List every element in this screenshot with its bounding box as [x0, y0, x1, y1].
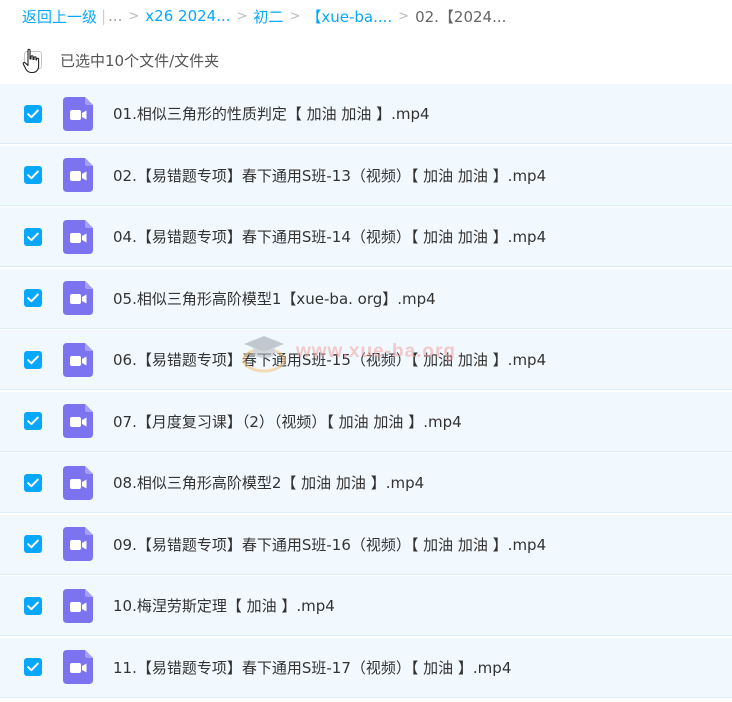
check-icon — [27, 478, 39, 487]
row-checkbox[interactable] — [24, 289, 42, 307]
file-list: 01.相似三角形的性质判定【 加油 加油 】.mp4 02.【易错题专项】春下通… — [0, 84, 732, 699]
check-icon — [27, 662, 39, 672]
breadcrumb-ellipsis[interactable]: ... — [108, 7, 122, 25]
check-icon — [27, 109, 39, 118]
file-name[interactable]: 02.【易错题专项】春下通用S班-13（视频）【 加油 加油 】.mp4 — [113, 165, 546, 186]
file-name[interactable]: 01.相似三角形的性质判定【 加油 加油 】.mp4 — [113, 103, 430, 124]
file-row[interactable]: 02.【易错题专项】春下通用S班-13（视频）【 加油 加油 】.mp4 — [0, 145, 732, 206]
file-row[interactable]: 04.【易错题专项】春下通用S班-14（视频）【 加油 加油 】.mp4 — [0, 207, 732, 267]
file-row[interactable]: 06.【易错题专项】春下通用S班-15（视频）【 加油 加油 】.mp4 — [0, 330, 732, 390]
selection-count-text: 已选中10个文件/文件夹 — [60, 51, 220, 70]
row-checkbox[interactable] — [24, 658, 42, 676]
row-checkbox[interactable] — [24, 535, 42, 553]
file-name[interactable]: 07.【月度复习课】（2）（视频）【 加油 加油 】.mp4 — [113, 411, 462, 432]
row-checkbox[interactable] — [24, 227, 42, 246]
file-name[interactable]: 04.【易错题专项】春下通用S班-14（视频）【 加油 加油 】.mp4 — [113, 226, 546, 247]
breadcrumb-divider: | — [101, 7, 107, 25]
breadcrumb-current: 02.【2024... — [415, 7, 507, 26]
check-icon — [27, 355, 39, 364]
row-checkbox[interactable] — [24, 596, 42, 615]
file-name[interactable]: 08.相似三角形高阶模型2【 加油 加油 】.mp4 — [113, 472, 424, 493]
breadcrumb-item-grade[interactable]: 初二 — [253, 6, 283, 27]
video-file-icon — [63, 219, 93, 254]
file-name[interactable]: 06.【易错题专项】春下通用S班-15（视频）【 加油 加油 】.mp4 — [113, 349, 546, 370]
checkbox-partial — [24, 51, 42, 69]
breadcrumb-separator: > — [236, 8, 248, 24]
breadcrumb-separator: > — [398, 8, 410, 24]
breadcrumb-separator: > — [289, 8, 301, 24]
breadcrumb-separator: > — [128, 8, 140, 24]
file-row[interactable]: 07.【月度复习课】（2）（视频）【 加油 加油 】.mp4 — [0, 391, 732, 452]
row-checkbox[interactable] — [24, 412, 42, 430]
file-row[interactable]: 11.【易错题专项】春下通用S班-17（视频）【 加油 】.mp4 — [0, 637, 732, 698]
back-link[interactable]: 返回上一级 — [22, 6, 97, 27]
check-icon — [27, 601, 39, 610]
file-name[interactable]: 05.相似三角形高阶模型1【xue-ba. org】.mp4 — [113, 288, 436, 309]
check-icon — [27, 539, 39, 549]
row-checkbox[interactable] — [24, 473, 42, 492]
check-icon — [27, 170, 39, 180]
video-file-icon — [63, 342, 93, 377]
video-file-icon — [63, 281, 93, 315]
file-row[interactable]: 08.相似三角形高阶模型2【 加油 加油 】.mp4 — [0, 453, 732, 513]
file-row[interactable]: 10.梅涅劳斯定理【 加油 】.mp4 — [0, 576, 732, 636]
video-file-icon — [63, 650, 93, 684]
file-name[interactable]: 11.【易错题专项】春下通用S班-17（视频）【 加油 】.mp4 — [113, 657, 511, 678]
file-row[interactable]: 09.【易错题专项】春下通用S班-16（视频）【 加油 加油 】.mp4 — [0, 514, 732, 575]
video-file-icon — [63, 588, 93, 623]
breadcrumb: 返回上一级 | ... > x26 2024... > 初二 > 【xue-ba… — [22, 0, 506, 32]
check-icon — [27, 416, 39, 426]
video-file-icon — [63, 96, 93, 131]
file-row[interactable]: 01.相似三角形的性质判定【 加油 加油 】.mp4 — [0, 84, 732, 144]
breadcrumb-item-x26[interactable]: x26 2024... — [145, 7, 230, 25]
check-icon — [27, 293, 39, 303]
file-row[interactable]: 05.相似三角形高阶模型1【xue-ba. org】.mp4 — [0, 268, 732, 329]
selection-bar: 已选中10个文件/文件夹 — [0, 38, 732, 82]
check-icon — [27, 232, 39, 241]
select-all-checkbox[interactable] — [24, 51, 42, 69]
row-checkbox[interactable] — [24, 104, 42, 123]
row-checkbox[interactable] — [24, 166, 42, 184]
row-checkbox[interactable] — [24, 350, 42, 369]
video-file-icon — [63, 465, 93, 500]
file-name[interactable]: 09.【易错题专项】春下通用S班-16（视频）【 加油 加油 】.mp4 — [113, 534, 546, 555]
video-file-icon — [63, 404, 93, 438]
breadcrumb-item-xueba[interactable]: 【xue-ba.... — [306, 6, 392, 27]
video-file-icon — [63, 158, 93, 192]
file-name[interactable]: 10.梅涅劳斯定理【 加油 】.mp4 — [113, 595, 335, 616]
video-file-icon — [63, 527, 93, 561]
